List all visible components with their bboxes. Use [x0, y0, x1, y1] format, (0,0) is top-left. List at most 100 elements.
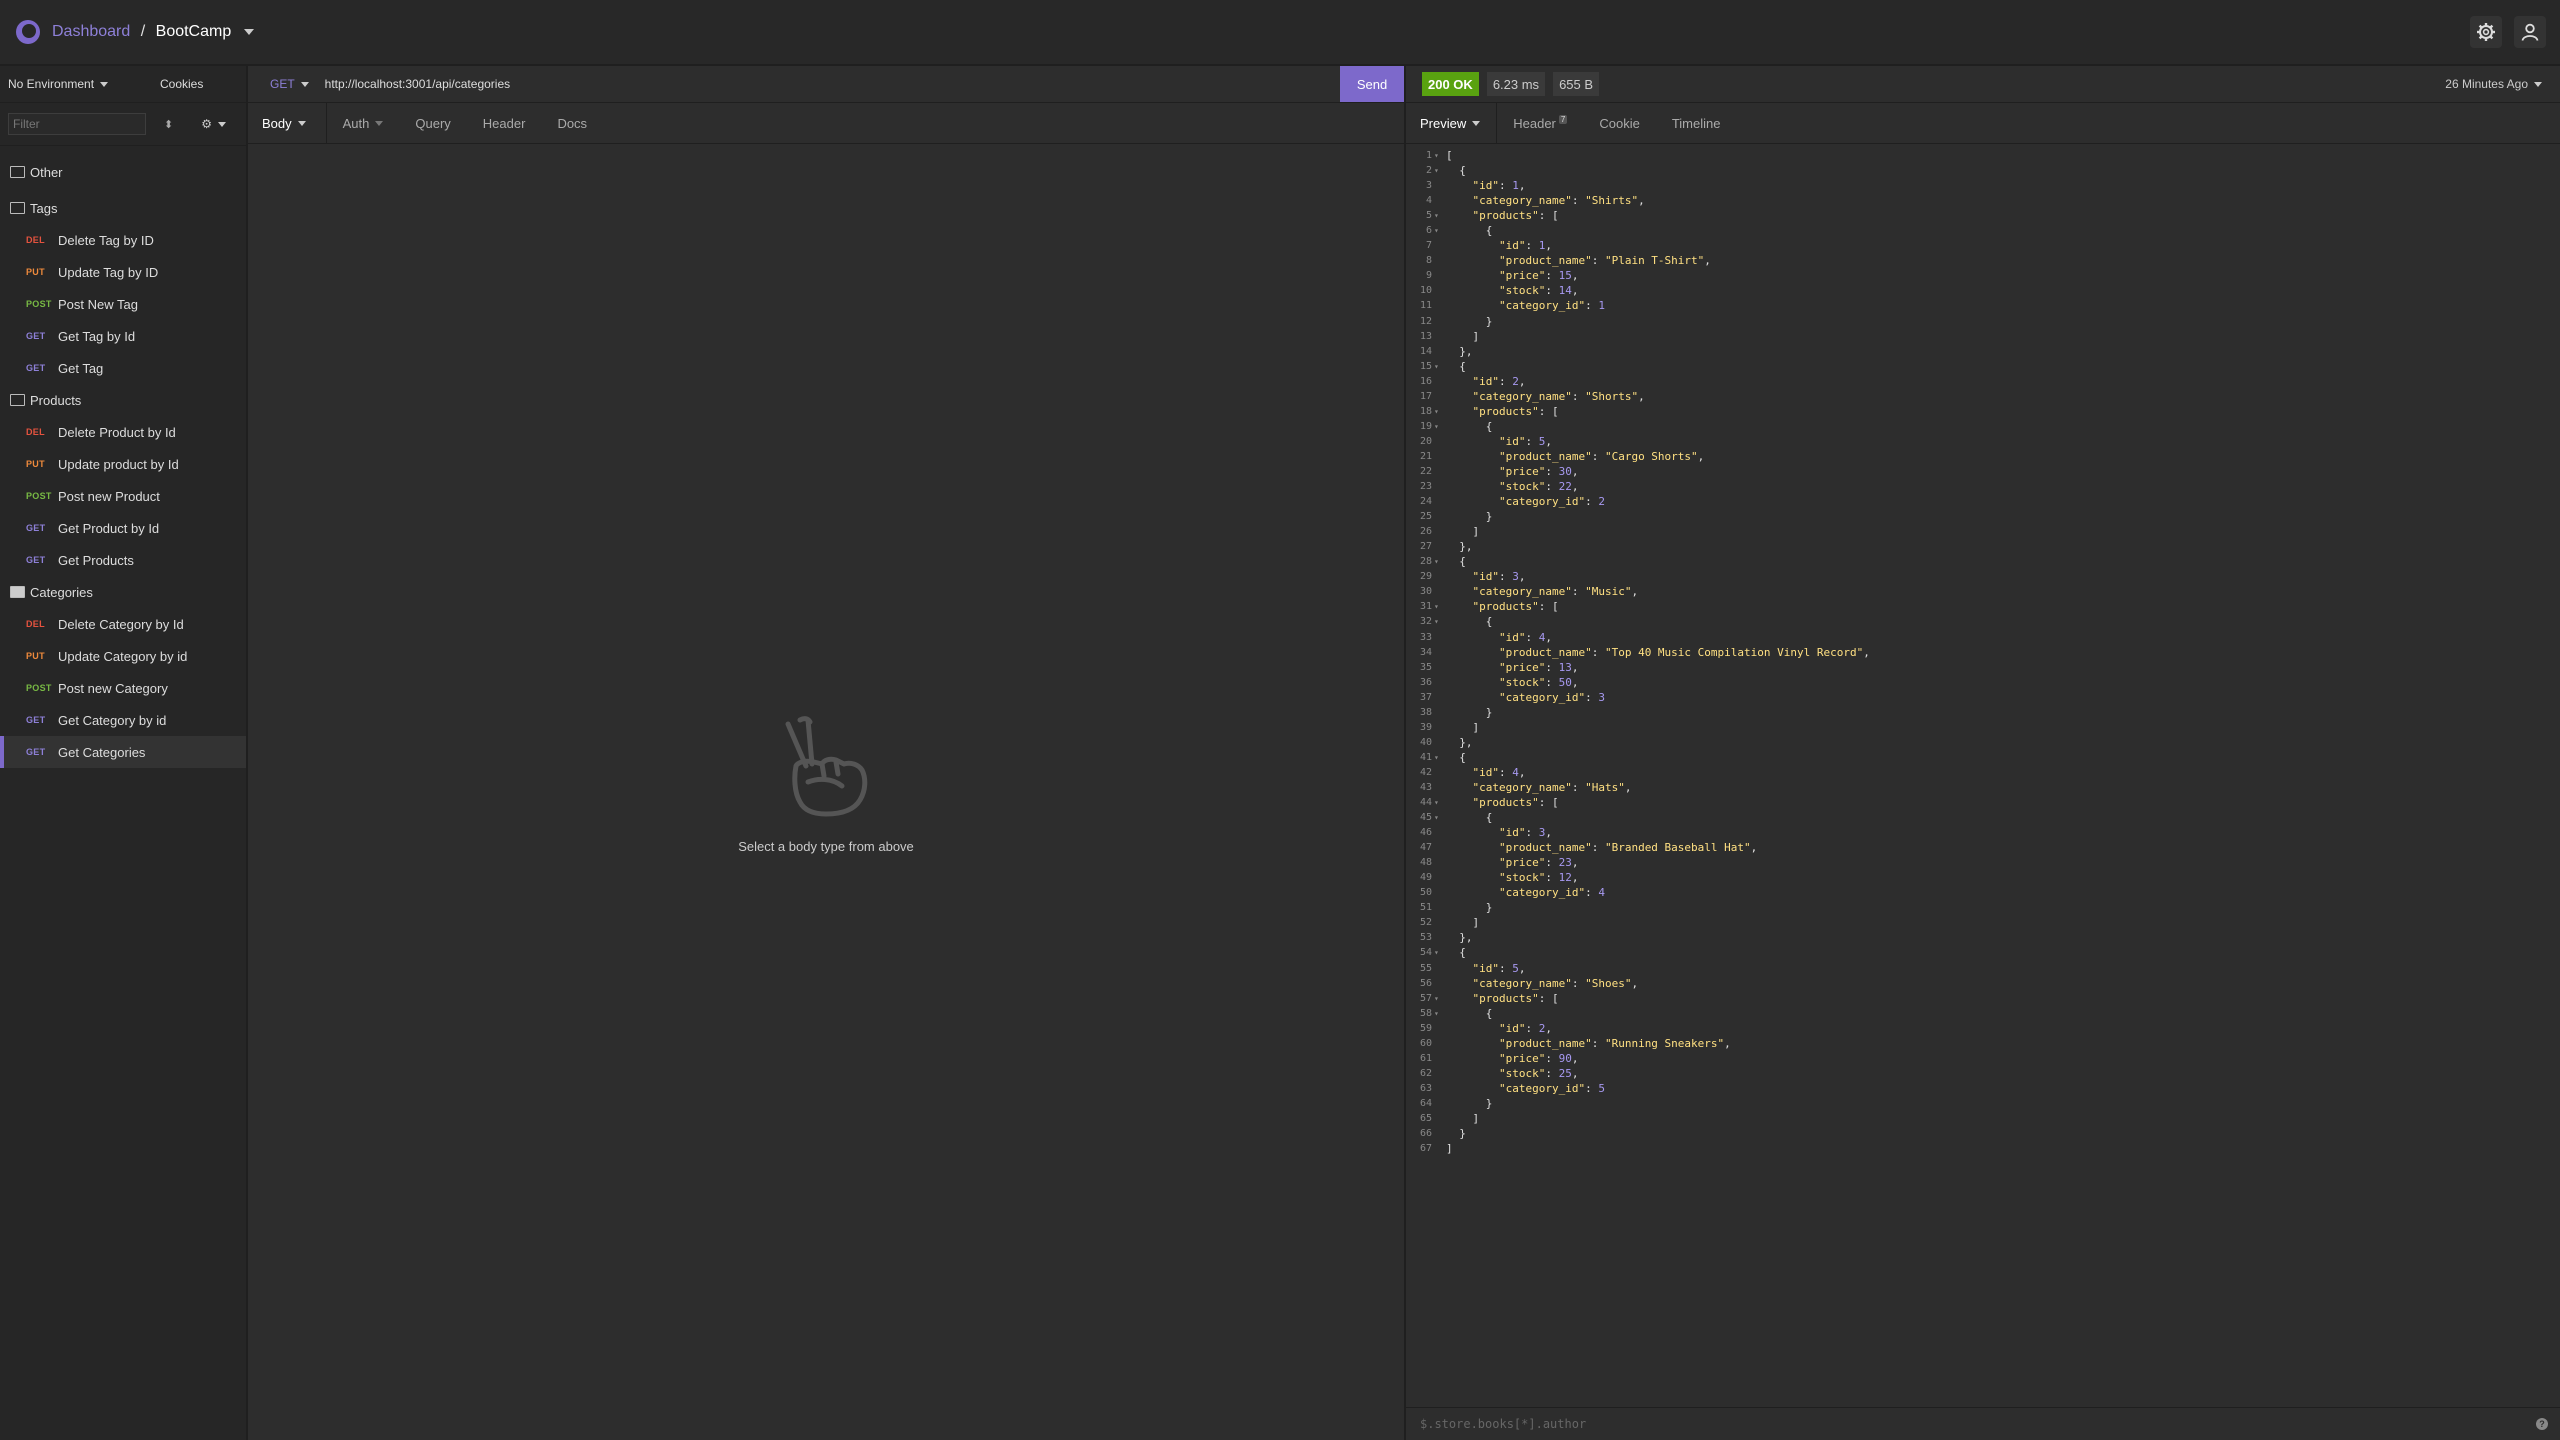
- code-text: "id": 2,: [1472, 374, 1526, 388]
- help-icon[interactable]: ?: [2536, 1418, 2548, 1430]
- fold-toggle-icon[interactable]: ▾: [1432, 223, 1442, 238]
- send-button[interactable]: Send: [1340, 66, 1404, 102]
- tab-docs[interactable]: Docs: [541, 103, 603, 143]
- cookies-button[interactable]: Cookies: [160, 77, 203, 91]
- line-number: 12: [1419, 315, 1432, 327]
- code-line: 50 "category_id": 4: [1406, 885, 2560, 900]
- request-item[interactable]: POST Post new Category: [0, 672, 246, 704]
- request-item[interactable]: GET Get Tag: [0, 352, 246, 384]
- method-badge: POST: [26, 299, 52, 309]
- line-number: 49: [1419, 872, 1432, 884]
- method-select[interactable]: GET: [270, 77, 309, 91]
- line-number: 26: [1419, 526, 1432, 538]
- folder-categories[interactable]: Categories: [0, 576, 246, 608]
- request-item[interactable]: PUT Update product by Id: [0, 448, 246, 480]
- request-label: Update Tag by ID: [58, 264, 159, 280]
- method-label: GET: [270, 77, 295, 91]
- fold-toggle-icon: [1432, 1066, 1442, 1081]
- fold-toggle-icon[interactable]: ▾: [1432, 208, 1442, 223]
- code-line: 19 ▾ {: [1406, 419, 2560, 434]
- request-item[interactable]: PUT Update Category by id: [0, 640, 246, 672]
- line-number: 33: [1419, 631, 1432, 643]
- request-item[interactable]: GET Get Tag by Id: [0, 320, 246, 352]
- fold-toggle-icon[interactable]: ▾: [1432, 554, 1442, 569]
- breadcrumb-project[interactable]: BootCamp: [156, 23, 232, 40]
- line-number: 21: [1419, 450, 1432, 462]
- fold-toggle-icon[interactable]: ▾: [1432, 810, 1442, 825]
- fold-toggle-icon: [1432, 720, 1442, 735]
- fold-toggle-icon[interactable]: ▾: [1432, 750, 1442, 765]
- request-item[interactable]: GET Get Category by id: [0, 704, 246, 736]
- code-line: 67]: [1406, 1141, 2560, 1156]
- line-number: 62: [1419, 1067, 1432, 1079]
- tab-query[interactable]: Query: [399, 103, 466, 143]
- settings-button[interactable]: [2470, 16, 2502, 48]
- fold-toggle-icon[interactable]: ▾: [1432, 419, 1442, 434]
- folder-open-icon: [10, 586, 25, 598]
- chevron-down-icon[interactable]: [243, 28, 254, 35]
- tab-body[interactable]: Body: [248, 103, 327, 143]
- fold-toggle-icon[interactable]: ▾: [1432, 599, 1442, 614]
- line-number: 55: [1419, 962, 1432, 974]
- line-number: 43: [1419, 781, 1432, 793]
- tab-header[interactable]: Header: [467, 103, 542, 143]
- request-item[interactable]: DEL Delete Tag by ID: [0, 224, 246, 256]
- code-line: 45 ▾ {: [1406, 810, 2560, 825]
- breadcrumb-dashboard-link[interactable]: Dashboard: [52, 23, 130, 40]
- folder-tags[interactable]: Tags: [0, 192, 246, 224]
- request-item[interactable]: DEL Delete Product by Id: [0, 416, 246, 448]
- app-logo-icon[interactable]: [16, 20, 40, 44]
- fold-toggle-icon: [1432, 1141, 1442, 1156]
- fold-toggle-icon[interactable]: ▾: [1432, 614, 1442, 629]
- code-text: ]: [1472, 525, 1480, 539]
- sort-icon[interactable]: ⬍: [164, 118, 173, 131]
- account-button[interactable]: [2514, 16, 2546, 48]
- tab-cookie[interactable]: Cookie: [1583, 103, 1655, 143]
- line-number: 40: [1419, 736, 1432, 748]
- environment-select[interactable]: No Environment: [8, 77, 160, 91]
- fold-toggle-icon: [1432, 434, 1442, 449]
- request-item[interactable]: GET Get Products: [0, 544, 246, 576]
- code-line: 49 "stock": 12,: [1406, 870, 2560, 885]
- code-text: "category_name": "Hats",: [1472, 780, 1632, 794]
- fold-toggle-icon: [1432, 690, 1442, 705]
- request-label: Post new Product: [58, 488, 160, 504]
- url-input[interactable]: http://localhost:3001/api/categories: [325, 77, 510, 91]
- fold-toggle-icon[interactable]: ▾: [1432, 163, 1442, 178]
- history-dropdown[interactable]: 26 Minutes Ago: [2445, 77, 2542, 91]
- request-label: Get Tag by Id: [58, 328, 136, 344]
- code-line: 46 "id": 3,: [1406, 825, 2560, 840]
- fold-toggle-icon[interactable]: ▾: [1432, 148, 1442, 163]
- code-text: ]: [1472, 329, 1480, 343]
- tab-response-header[interactable]: Header 7: [1497, 103, 1583, 143]
- line-number: 2: [1425, 165, 1432, 177]
- request-item[interactable]: PUT Update Tag by ID: [0, 256, 246, 288]
- fold-toggle-icon[interactable]: ▾: [1432, 404, 1442, 419]
- sidebar-filter-input[interactable]: Filter: [8, 113, 146, 135]
- method-badge: DEL: [26, 427, 45, 437]
- tab-preview[interactable]: Preview: [1406, 103, 1498, 143]
- fold-toggle-icon[interactable]: ▾: [1432, 1006, 1442, 1021]
- fold-toggle-icon[interactable]: ▾: [1432, 945, 1442, 960]
- code-text: "stock": 50,: [1498, 675, 1579, 689]
- request-item[interactable]: DEL Delete Category by Id: [0, 608, 246, 640]
- gear-icon[interactable]: ⚙: [201, 117, 226, 131]
- tab-auth[interactable]: Auth: [327, 103, 400, 143]
- folder-other[interactable]: Other: [0, 156, 246, 188]
- folder-products[interactable]: Products: [0, 384, 246, 416]
- fold-toggle-icon[interactable]: ▾: [1432, 795, 1442, 810]
- method-badge: GET: [26, 523, 46, 533]
- request-item[interactable]: POST Post new Product: [0, 480, 246, 512]
- fold-toggle-icon[interactable]: ▾: [1432, 991, 1442, 1006]
- request-item-selected[interactable]: GET Get Categories: [0, 736, 246, 768]
- request-item[interactable]: GET Get Product by Id: [0, 512, 246, 544]
- code-text: {: [1485, 1006, 1493, 1020]
- tab-timeline[interactable]: Timeline: [1656, 103, 1737, 143]
- code-line: 39 ]: [1406, 720, 2560, 735]
- response-filter-input[interactable]: $.store.books[*].author: [1420, 1417, 1586, 1431]
- request-item[interactable]: POST Post New Tag: [0, 288, 246, 320]
- fold-toggle-icon[interactable]: ▾: [1432, 359, 1442, 374]
- json-response-viewer[interactable]: 1 ▾[2 ▾ {3 "id": 1, 4 "category_name": "Shi…: [1406, 148, 2560, 1156]
- fold-toggle-icon: [1432, 870, 1442, 885]
- code-text: [: [1446, 149, 1453, 162]
